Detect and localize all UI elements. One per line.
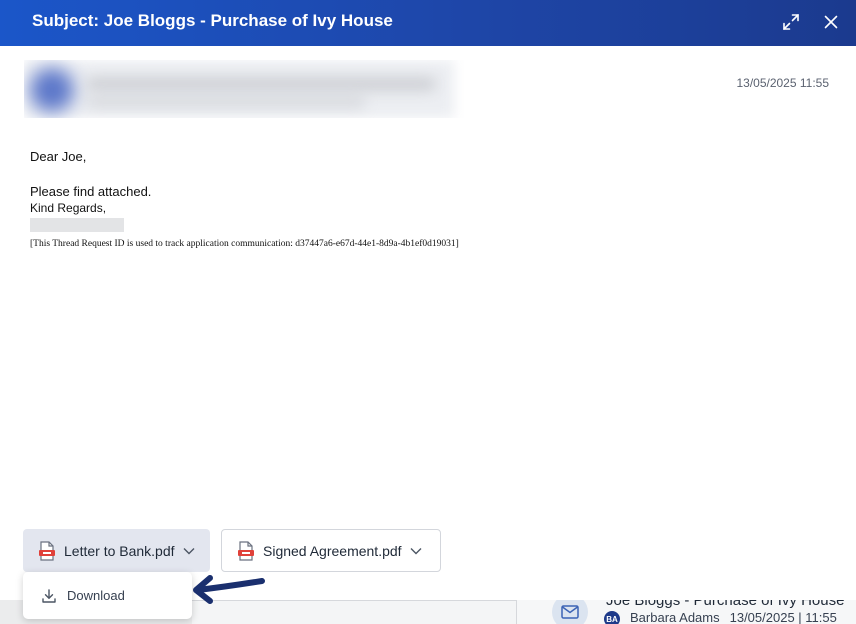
- menu-item-download[interactable]: Download: [23, 572, 192, 619]
- modal-title: Subject: Joe Bloggs - Purchase of Ivy Ho…: [32, 11, 393, 30]
- email-modal: Subject: Joe Bloggs - Purchase of Ivy Ho…: [0, 0, 856, 600]
- signature-redacted: [30, 218, 124, 232]
- background-thread-sender: Barbara Adams: [630, 610, 720, 624]
- chevron-down-icon: [183, 547, 195, 555]
- attachment-name: Signed Agreement.pdf: [263, 542, 402, 559]
- download-icon: [41, 588, 57, 604]
- background-thread-title: Joe Bloggs - Purchase of Ivy House: [606, 600, 845, 609]
- chevron-down-icon: [410, 547, 422, 555]
- email-forward-icon: [552, 600, 588, 624]
- attachment-letter-to-bank[interactable]: Letter to Bank.pdf: [23, 529, 210, 572]
- modal-header: Subject: Joe Bloggs - Purchase of Ivy Ho…: [0, 0, 856, 46]
- pdf-icon: [38, 540, 56, 561]
- message-text: Please find attached.: [30, 184, 152, 199]
- annotation-arrow-icon: [193, 575, 265, 604]
- message-greeting: Dear Joe,: [30, 149, 87, 164]
- close-icon[interactable]: [819, 10, 843, 34]
- menu-item-label: Download: [67, 588, 125, 603]
- avatar: BA: [604, 611, 620, 624]
- expand-icon[interactable]: [779, 10, 803, 34]
- sender-avatar: [30, 68, 74, 112]
- thread-id-note: [This Thread Request ID is used to track…: [30, 239, 459, 249]
- pdf-icon: [237, 540, 255, 561]
- message-body: Dear Joe, Please find attached. Kind Reg…: [30, 148, 459, 253]
- message-timestamp: 13/05/2025 11:55: [736, 76, 829, 90]
- sender-info-redacted: [24, 60, 464, 118]
- background-thread-meta: Barbara Adams 13/05/2025 | 11:55: [630, 610, 847, 624]
- background-thread-timestamp: 13/05/2025 | 11:55: [729, 610, 837, 624]
- attachment-signed-agreement[interactable]: Signed Agreement.pdf: [221, 529, 441, 572]
- message-signoff: Kind Regards,: [30, 201, 107, 215]
- attachment-name: Letter to Bank.pdf: [64, 542, 175, 559]
